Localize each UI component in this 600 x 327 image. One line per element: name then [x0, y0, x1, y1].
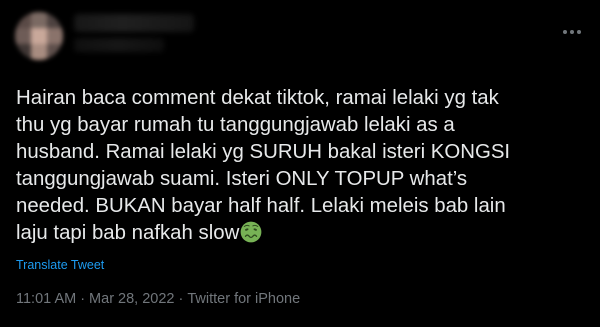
nauseated-face-icon: [240, 221, 262, 243]
tweet-text: Hairan baca comment dekat tiktok, ramai …: [16, 85, 588, 247]
tweet-text-line: tanggungjawab suami. Isteri ONLY TOPUP w…: [16, 168, 468, 190]
separator-dot: ·: [178, 291, 184, 307]
tweet-text-line: laju tapi bab nafkah slow: [16, 222, 240, 244]
tweet-text-last-line: laju tapi bab nafkah slow: [16, 220, 588, 247]
tweet-date[interactable]: Mar 28, 2022: [89, 291, 174, 307]
tweet-time[interactable]: 11:01 AM: [16, 291, 76, 307]
translate-tweet-link[interactable]: Translate Tweet: [16, 258, 104, 272]
display-name-redacted[interactable]: [74, 14, 194, 32]
tweet-text-line: husband. Ramai lelaki yg SURUH bakal ist…: [16, 141, 511, 163]
tweet-text-line: needed. BUKAN bayar half half. Lelaki me…: [16, 195, 506, 217]
tweet-source[interactable]: Twitter for iPhone: [187, 291, 300, 307]
separator-dot: ·: [80, 291, 86, 307]
tweet-text-line: Hairan baca comment dekat tiktok, ramai …: [16, 87, 499, 109]
more-button[interactable]: [558, 22, 586, 42]
tweet-metadata: 11:01 AM · Mar 28, 2022 · Twitter for iPhone: [16, 291, 300, 307]
tweet-text-line: thu yg bayar rumah tu tanggungjawab lela…: [16, 114, 455, 136]
tweet-card: Hairan baca comment dekat tiktok, ramai …: [0, 0, 600, 327]
more-horizontal-icon: [563, 30, 581, 34]
username-redacted[interactable]: [74, 38, 164, 52]
avatar[interactable]: [15, 12, 63, 60]
